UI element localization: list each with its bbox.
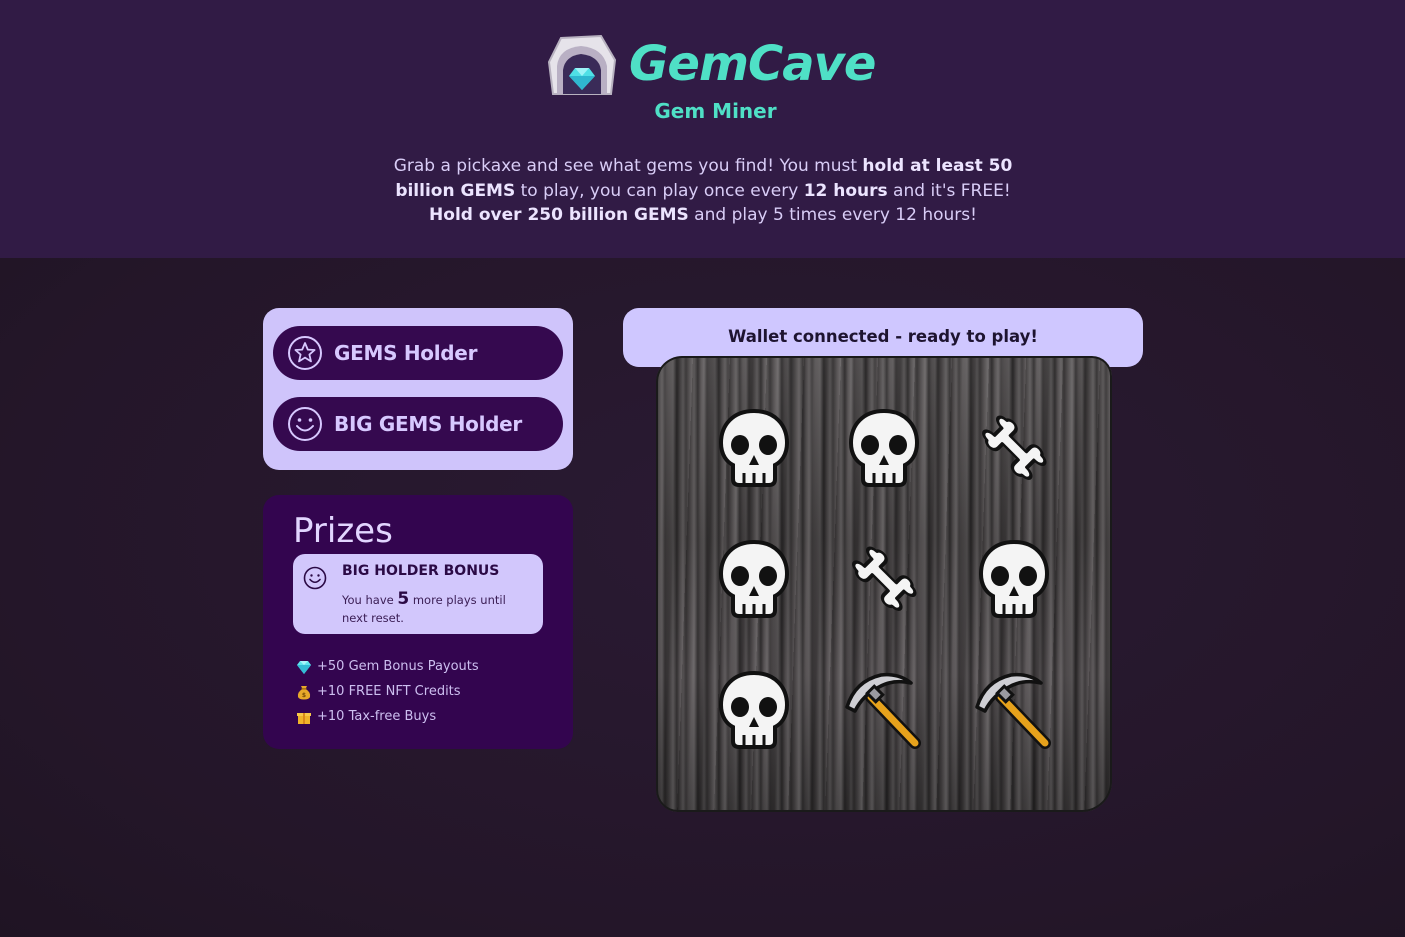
bone-icon — [982, 415, 1047, 480]
board-cell[interactable] — [966, 400, 1062, 496]
big-gems-holder-button[interactable]: BIG GEMS Holder — [273, 397, 563, 451]
intro-part: and it's FREE! — [887, 180, 1011, 201]
bonus-text: You have 5 more plays until next reset. — [342, 590, 532, 627]
svg-text:$: $ — [302, 692, 306, 699]
intro-part: to play, you can play once every — [515, 180, 804, 201]
board-cell[interactable] — [706, 400, 802, 496]
board-cell[interactable] — [966, 531, 1062, 627]
prizes-title: Prizes — [293, 511, 393, 551]
gem-cave-logo-icon — [547, 34, 617, 95]
smiley-icon — [288, 407, 322, 441]
mining-board — [656, 356, 1112, 812]
bonus-text-before: You have — [342, 593, 398, 607]
smiley-icon — [303, 566, 327, 590]
list-item: +10 Tax-free Buys — [296, 704, 479, 729]
skull-icon — [848, 408, 920, 487]
pickaxe-icon — [845, 672, 921, 749]
intro-bold: 12 hours — [803, 180, 888, 201]
status-text: Wallet connected - ready to play! — [728, 327, 1038, 346]
gems-holder-button[interactable]: GEMS Holder — [273, 326, 563, 380]
brand-logo — [547, 34, 617, 96]
plays-remaining: 5 — [397, 589, 410, 609]
prize-label: +10 FREE NFT Credits — [317, 684, 461, 699]
intro-part: Grab a pickaxe and see what gems you fin… — [393, 156, 863, 176]
board-cell[interactable] — [706, 662, 802, 758]
bonus-title: BIG HOLDER BONUS — [342, 563, 500, 579]
prize-label: +10 Tax-free Buys — [317, 709, 437, 724]
header: GemCave Gem Miner Grab a pickaxe and see… — [0, 0, 1405, 258]
diamond-icon — [297, 660, 311, 674]
big-holder-bonus-card: BIG HOLDER BONUS You have 5 more plays u… — [293, 554, 543, 634]
gift-icon — [297, 712, 311, 724]
money-bag-icon: $ — [297, 685, 311, 699]
skull-icon — [978, 539, 1050, 618]
gems-holder-label: GEMS Holder — [334, 341, 478, 365]
pickaxe-icon — [975, 672, 1051, 749]
board-cell[interactable] — [966, 662, 1062, 758]
prize-label: +50 Gem Bonus Payouts — [317, 659, 479, 674]
board-cell[interactable] — [836, 400, 932, 496]
skull-icon — [718, 408, 790, 487]
star-circle-icon — [288, 336, 322, 370]
list-item: +50 Gem Bonus Payouts — [296, 654, 479, 679]
board-cell[interactable] — [706, 531, 802, 627]
intro-text: Grab a pickaxe and see what gems you fin… — [392, 154, 1014, 228]
intro-bold: Hold over 250 billion GEMS — [429, 205, 689, 225]
brand-name: GemCave — [629, 36, 876, 92]
skull-icon — [718, 670, 790, 749]
prizes-panel: Prizes BIG HOLDER BONUS You have 5 more … — [263, 495, 573, 749]
intro-part: and play 5 times every 12 hours! — [688, 205, 977, 225]
board-cell[interactable] — [836, 531, 932, 627]
skull-icon — [718, 539, 790, 618]
page-subtitle: Gem Miner — [654, 99, 777, 123]
prize-list: +50 Gem Bonus Payouts $ +10 FREE NFT Cre… — [296, 654, 479, 729]
holder-panel: GEMS Holder BIG GEMS Holder — [263, 308, 573, 470]
big-gems-holder-label: BIG GEMS Holder — [334, 412, 522, 436]
bone-icon — [852, 546, 917, 611]
list-item: $ +10 FREE NFT Credits — [296, 679, 479, 704]
board-cell[interactable] — [836, 662, 932, 758]
